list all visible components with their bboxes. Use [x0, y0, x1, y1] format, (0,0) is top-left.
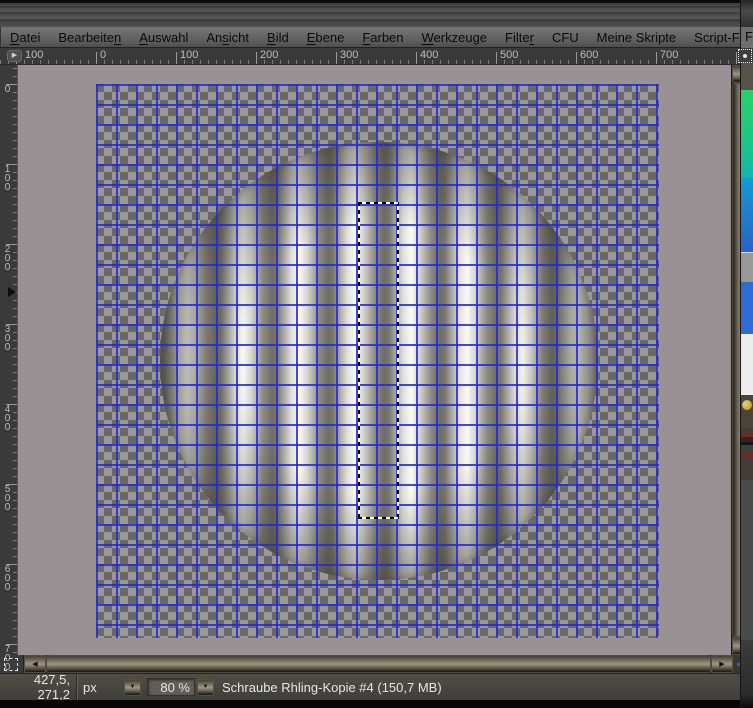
menu-bar: Datei Bearbeiten Auswahl Ansicht Bild Eb… [0, 27, 753, 48]
menu-item[interactable]: Ebene [298, 30, 354, 45]
gimp-image-window: Datei Bearbeiten Auswahl Ansicht Bild Eb… [0, 0, 753, 708]
window-bottom-edge [0, 700, 753, 708]
menu-item[interactable]: Bearbeiten [49, 30, 130, 45]
ruler-label: 100 [2, 164, 13, 191]
menu-item[interactable]: CFU [543, 30, 588, 45]
ruler-label: 700 [2, 644, 13, 671]
menu-items: Datei Bearbeiten Auswahl Ansicht Bild Eb… [1, 30, 753, 45]
unit-selector[interactable]: px [78, 680, 124, 695]
menu-item[interactable]: Bild [258, 30, 298, 45]
ruler-label: 0 [100, 49, 107, 61]
zoom-dropdown-button[interactable]: ▼ [197, 678, 214, 696]
status-bar: 427,5, 271,2 px ▼ 80 % ▼ Schraube Rhling… [0, 672, 753, 702]
ruler-label: 300 [2, 324, 13, 351]
vertical-ruler[interactable]: 0 100 200 300 400 500 600 700 [0, 65, 21, 671]
horizontal-ruler[interactable]: ▶ 100 0 100 200 300 400 500 600 700 [0, 48, 753, 65]
horizontal-scrollbar-thumb[interactable] [46, 655, 711, 673]
selection-marching-ants[interactable] [358, 202, 399, 519]
vertical-ruler-labels: 0 100 200 300 400 500 600 700 [2, 84, 13, 708]
ruler-label: 0 [2, 84, 13, 93]
ruler-label: 600 [2, 564, 13, 591]
unit-label: px [83, 679, 97, 695]
down-arrow-icon: ▼ [202, 684, 209, 690]
ruler-label: 200 [260, 49, 279, 61]
menu-item[interactable]: Datei [1, 30, 49, 45]
background-window-sliver: F [740, 0, 753, 708]
resize-toggle-icon[interactable] [738, 49, 752, 63]
horizontal-ruler-labels: 100 0 100 200 300 400 500 600 700 [0, 49, 740, 61]
scroll-right-button[interactable]: ▶ [711, 655, 733, 673]
menu-item[interactable]: Farben [353, 30, 412, 45]
background-menu-fragment: F [741, 27, 753, 48]
menu-item[interactable]: Filter [496, 30, 543, 45]
horizontal-scrollbar-row: ◀ ▶ [0, 655, 753, 673]
zoom-input[interactable]: 80 % [147, 678, 195, 696]
background-yellow-icon [741, 395, 753, 428]
menu-item[interactable]: Ansicht [197, 30, 258, 45]
unit-dropdown-button[interactable]: ▼ [124, 678, 141, 696]
down-arrow-icon: ▼ [129, 684, 136, 690]
ruler-label: 600 [580, 49, 599, 61]
menu-item[interactable]: Werkzeuge [413, 30, 497, 45]
ruler-label: 200 [2, 244, 13, 271]
ruler-origin-button[interactable]: ▶ [7, 50, 22, 62]
menu-item[interactable]: Auswahl [130, 30, 197, 45]
scroll-left-button[interactable]: ◀ [24, 655, 46, 673]
ruler-label: 500 [2, 484, 13, 511]
play-icon: ▶ [11, 52, 18, 59]
image-canvas[interactable] [18, 65, 731, 655]
right-arrow-icon: ▶ [719, 661, 725, 668]
ruler-label: 400 [420, 49, 439, 61]
ruler-position-marker-icon [8, 287, 21, 297]
ruler-label: 500 [500, 49, 519, 61]
zoom-control: 80 % ▼ [147, 678, 214, 696]
ruler-label: 100 [180, 49, 199, 61]
window-top-edge [0, 0, 753, 27]
menu-item[interactable]: Meine Skripte [588, 30, 685, 45]
image-title-status: Schraube Rhling-Kopie #4 (150,7 MB) [222, 679, 442, 695]
ruler-label: 400 [2, 404, 13, 431]
ruler-label: 300 [340, 49, 359, 61]
ruler-label: 100 [25, 49, 44, 61]
left-arrow-icon: ◀ [32, 661, 38, 668]
ruler-label: 700 [660, 49, 679, 61]
